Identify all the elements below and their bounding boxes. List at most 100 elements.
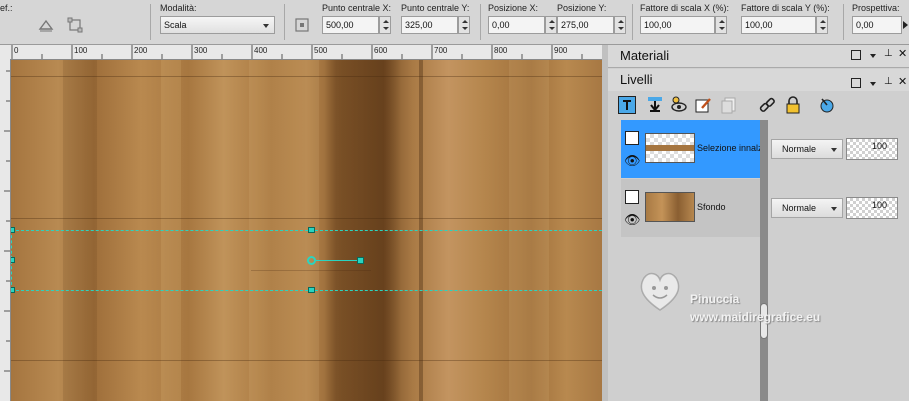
dropdown-icon[interactable]	[870, 82, 876, 86]
corner-handle[interactable]	[11, 287, 15, 293]
layer-thumbnail	[645, 192, 695, 222]
vertical-ruler	[0, 59, 11, 401]
perspective-input[interactable]: 0,00	[852, 16, 902, 34]
ruler-label: 100	[74, 46, 88, 55]
layers-title: Livelli	[620, 72, 653, 87]
scale-x-input[interactable]: 100,00	[640, 16, 715, 34]
position-y-spinner[interactable]	[614, 16, 626, 34]
horizontal-ruler: 0 100 200 300 400 500 600 700 800 900	[0, 45, 604, 60]
separator	[632, 4, 633, 40]
close-icon[interactable]: ✕	[898, 47, 907, 60]
properties-icon[interactable]	[818, 96, 836, 114]
bottom-handle[interactable]	[308, 287, 315, 293]
ruler-ticks	[11, 45, 583, 59]
blend-mode-dropdown[interactable]: Normale	[771, 198, 843, 218]
materials-title: Materiali	[620, 48, 670, 63]
pin-icon[interactable]: ⊥	[884, 76, 893, 87]
selection-top-edge[interactable]	[11, 230, 602, 232]
position-y-label: Posizione Y:	[557, 3, 607, 13]
link-icon[interactable]	[758, 96, 776, 114]
dropdown-icon[interactable]	[870, 54, 876, 58]
ruler-label: 600	[374, 46, 388, 55]
scale-x-spinner[interactable]	[715, 16, 727, 34]
separator	[150, 4, 151, 40]
duplicate-layer-icon[interactable]	[720, 96, 738, 114]
center-x-input[interactable]: 500,00	[322, 16, 379, 34]
blend-mode-dropdown[interactable]: Normale	[771, 139, 843, 159]
left-handle[interactable]	[11, 257, 15, 263]
mode-select[interactable]: Scala	[160, 16, 275, 34]
top-handle[interactable]	[308, 227, 315, 233]
maximize-icon[interactable]	[851, 78, 861, 88]
watermark-site: www.maidiregrafice.eu	[690, 310, 821, 324]
center-y-input[interactable]: 325,00	[401, 16, 458, 34]
rotation-arm	[316, 260, 358, 261]
center-y-label: Punto centrale Y:	[401, 3, 470, 13]
rotation-handle[interactable]	[357, 257, 364, 264]
wood-grain-line	[11, 218, 602, 219]
flip-icon[interactable]	[38, 17, 54, 33]
chevron-down-icon	[263, 24, 269, 28]
mode-select-value: Scala	[164, 20, 187, 30]
transform-icon[interactable]	[67, 17, 83, 33]
selection-bottom-edge[interactable]	[11, 290, 602, 292]
maximize-icon[interactable]	[851, 50, 861, 60]
opacity-field[interactable]: 100	[846, 197, 898, 219]
center-point-icon[interactable]	[294, 17, 310, 33]
corner-handle[interactable]	[11, 227, 15, 233]
selection-strip	[646, 145, 694, 151]
scale-x-label: Fattore di scala X (%):	[640, 3, 730, 13]
perspective-label: Prospettiva:	[852, 3, 900, 13]
scale-y-label: Fattore di scala Y (%):	[741, 3, 830, 13]
layer-name[interactable]: Selezione innalzata	[697, 143, 761, 153]
truncated-label: ef.:	[0, 3, 13, 13]
layer-type-icon	[625, 131, 639, 145]
position-x-input[interactable]: 0,00	[488, 16, 545, 34]
visibility-toggle-icon[interactable]	[670, 96, 688, 114]
ruler-label: 700	[434, 46, 448, 55]
wood-grain-line	[11, 360, 602, 361]
ruler-label: 200	[134, 46, 148, 55]
image-canvas[interactable]	[11, 60, 602, 401]
position-y-input[interactable]: 275,00	[557, 16, 614, 34]
layer-thumbnail	[645, 133, 695, 163]
move-layer-down-icon[interactable]	[646, 96, 664, 114]
eye-icon[interactable]: 👁	[624, 212, 641, 228]
separator	[843, 4, 844, 40]
ruler-label: 300	[194, 46, 208, 55]
edit-layer-icon[interactable]	[694, 96, 712, 114]
center-handle[interactable]	[307, 256, 316, 265]
move-layer-up-icon[interactable]	[618, 96, 636, 114]
position-x-spinner[interactable]	[545, 16, 557, 34]
scale-y-spinner[interactable]	[816, 16, 828, 34]
center-x-spinner[interactable]	[379, 16, 391, 34]
ruler-label: 900	[554, 46, 568, 55]
separator	[480, 4, 481, 40]
eye-icon[interactable]: 👁	[624, 153, 641, 169]
separator	[284, 4, 285, 40]
more-arrow-icon[interactable]	[903, 21, 908, 29]
ruler-label: 800	[494, 46, 508, 55]
mode-label: Modalità:	[160, 3, 197, 13]
ruler-label: 500	[314, 46, 328, 55]
opacity-value: 100	[871, 200, 887, 210]
ruler-ticks	[4, 70, 10, 372]
lock-icon[interactable]	[784, 96, 802, 114]
layer-name[interactable]: Sfondo	[697, 202, 761, 212]
ruler-label: 0	[14, 46, 19, 55]
watermark-heart-logo	[636, 268, 684, 314]
layer-type-icon	[625, 190, 639, 204]
watermark-name: Pinuccia	[690, 292, 740, 306]
opacity-field[interactable]: 100	[846, 138, 898, 160]
ruler-label: 400	[254, 46, 268, 55]
wood-grain-line	[251, 270, 371, 271]
close-icon[interactable]: ✕	[898, 75, 907, 88]
wood-grain-line	[11, 76, 602, 77]
center-x-label: Punto centrale X:	[322, 3, 392, 13]
scale-y-input[interactable]: 100,00	[741, 16, 816, 34]
opacity-value: 100	[871, 141, 887, 151]
pin-icon[interactable]: ⊥	[884, 48, 893, 59]
position-x-label: Posizione X:	[488, 3, 539, 13]
center-y-spinner[interactable]	[458, 16, 470, 34]
layers-scrollbar[interactable]	[760, 120, 768, 401]
